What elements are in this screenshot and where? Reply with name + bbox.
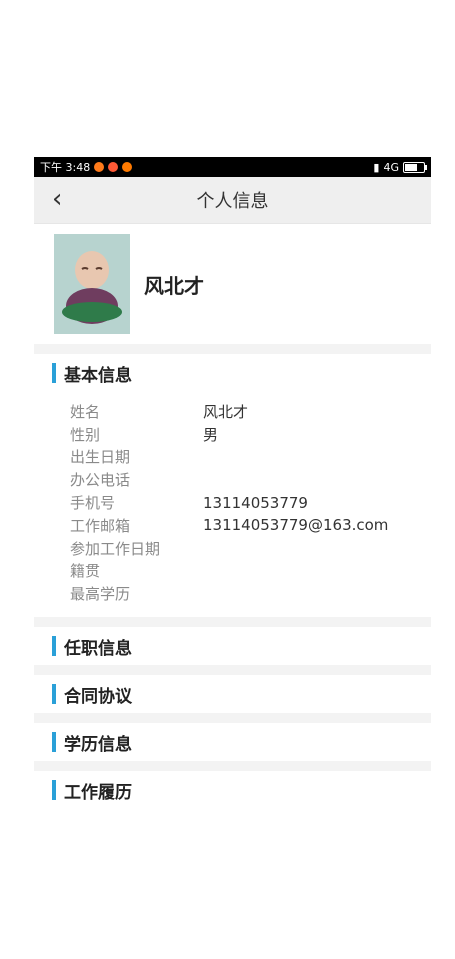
- info-label: 籍贯: [70, 562, 101, 581]
- info-label: 办公电话: [70, 471, 131, 490]
- notification-icon-app: [108, 162, 119, 172]
- section-title-contract: 合同协议: [64, 686, 132, 707]
- avatar-image: [54, 234, 130, 334]
- section-header-basic-info[interactable]: 基本信息: [34, 354, 431, 392]
- info-label: 姓名: [70, 402, 101, 421]
- info-row-name: 姓名 风北才: [70, 400, 431, 423]
- page-title: 个人信息: [196, 191, 269, 212]
- info-value: 男: [203, 425, 219, 444]
- phone-screen: 下午 3:48 ▮ 4G ‹ 个人信息 风北才 基本信息 姓名 风北才 性别 男…: [34, 157, 431, 847]
- section-title-employment: 任职信息: [64, 638, 132, 659]
- section-accent-bar: [52, 780, 56, 801]
- status-right: ▮ 4G: [373, 160, 427, 174]
- profile-summary: 风北才: [34, 224, 431, 344]
- section-accent-bar: [52, 732, 56, 753]
- info-row-gender: 性别 男: [70, 423, 431, 446]
- section-divider: [34, 761, 431, 772]
- info-label: 最高学历: [70, 585, 131, 604]
- info-label: 手机号: [70, 494, 116, 513]
- section-title-education: 学历信息: [64, 734, 132, 755]
- profile-name: 风北才: [144, 273, 204, 298]
- avatar[interactable]: [54, 234, 130, 334]
- section-divider: [34, 344, 431, 354]
- info-label: 参加工作日期: [70, 539, 161, 558]
- info-label: 性别: [70, 425, 101, 444]
- section-divider: [34, 713, 431, 724]
- notification-icon-weibo: [94, 162, 105, 172]
- info-row-mobile: 手机号 13114053779: [70, 491, 431, 514]
- section-accent-bar: [52, 363, 56, 383]
- back-arrow-icon[interactable]: ‹: [52, 186, 62, 212]
- section-header-contract[interactable]: 合同协议: [34, 675, 431, 713]
- info-value: 风北才: [203, 402, 249, 421]
- section-divider: [34, 665, 431, 676]
- basic-info-list: 姓名 风北才 性别 男 出生日期 办公电话 手机号 13114053779 工作…: [34, 392, 431, 617]
- battery-icon: [403, 161, 427, 173]
- section-accent-bar: [52, 684, 56, 705]
- notification-icon-orange: [122, 162, 133, 172]
- section-header-employment[interactable]: 任职信息: [34, 627, 431, 665]
- top-app-bar: ‹ 个人信息: [34, 177, 431, 224]
- section-header-work-history[interactable]: 工作履历: [34, 771, 431, 809]
- section-header-education[interactable]: 学历信息: [34, 723, 431, 761]
- info-value: 13114053779@163.com: [203, 516, 389, 535]
- status-time: 下午 3:48: [40, 161, 91, 174]
- info-row-work-email: 工作邮箱 13114053779@163.com: [70, 514, 431, 537]
- signal-icon: ▮: [373, 160, 380, 174]
- info-row-native-place: 籍贯: [70, 560, 431, 583]
- info-row-office-phone: 办公电话: [70, 468, 431, 491]
- section-title-work-history: 工作履历: [64, 782, 132, 803]
- section-divider: [34, 617, 431, 628]
- info-label: 工作邮箱: [70, 516, 131, 535]
- status-bar: 下午 3:48 ▮ 4G: [34, 157, 431, 177]
- info-value: 13114053779: [203, 493, 308, 512]
- section-title-basic-info: 基本信息: [64, 365, 132, 386]
- network-label: 4G: [383, 160, 399, 174]
- status-left: 下午 3:48: [40, 159, 133, 175]
- info-row-birthdate: 出生日期: [70, 446, 431, 469]
- section-accent-bar: [52, 636, 56, 657]
- info-row-education: 最高学历: [70, 582, 431, 605]
- info-row-work-start-date: 参加工作日期: [70, 537, 431, 560]
- info-label: 出生日期: [70, 448, 131, 467]
